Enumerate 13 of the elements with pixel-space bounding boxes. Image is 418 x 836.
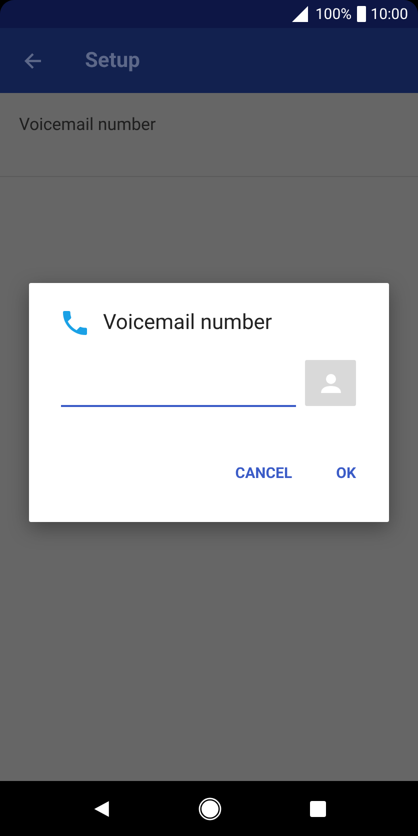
home-icon[interactable] xyxy=(198,796,222,820)
dialog-title: Voicemail number xyxy=(103,311,272,335)
battery-percent: 100% xyxy=(315,5,352,23)
person-icon xyxy=(318,371,342,395)
back-arrow-icon[interactable] xyxy=(23,50,43,70)
recents-icon[interactable] xyxy=(310,800,326,816)
back-icon[interactable] xyxy=(92,798,110,818)
dialog-button[interactable]: OK xyxy=(322,456,370,490)
dialog-button[interactable]: CANCEL xyxy=(221,456,306,490)
screen-title: Setup xyxy=(85,48,140,72)
battery-icon xyxy=(356,6,366,22)
signal-icon xyxy=(292,6,308,22)
clock: 10:00 xyxy=(370,5,408,23)
